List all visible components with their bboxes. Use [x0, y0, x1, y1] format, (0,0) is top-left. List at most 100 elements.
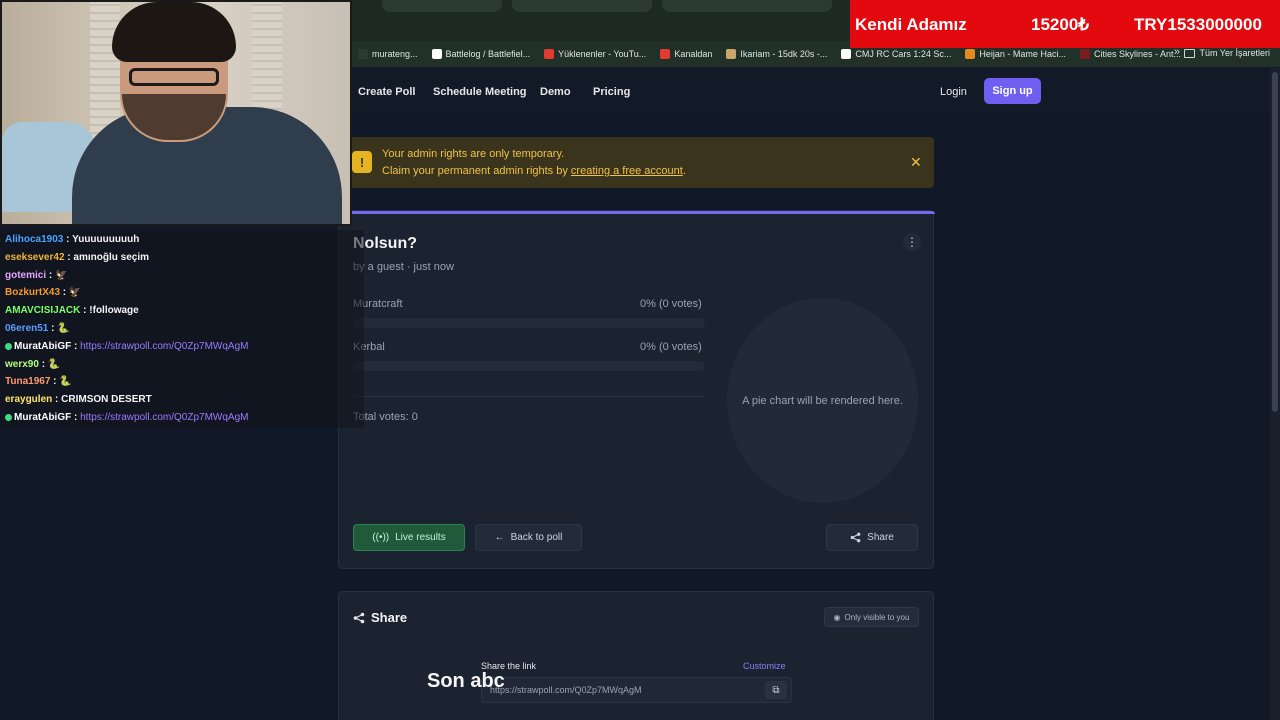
back-to-poll-button[interactable]: ← Back to poll — [475, 524, 582, 551]
option-progress-bar — [353, 318, 705, 328]
donation-banner: Kendi Adamız 15200₺ TRY1533000000 — [850, 0, 1280, 48]
login-link[interactable]: Login — [940, 86, 967, 98]
create-account-link[interactable]: creating a free account — [571, 165, 683, 177]
option-result: 0% (0 votes) — [640, 341, 702, 353]
chat-username[interactable]: MuratAbiGF — [14, 341, 71, 352]
all-bookmarks-label: Tüm Yer İşaretleri — [1199, 48, 1270, 58]
nav-demo[interactable]: Demo — [540, 86, 571, 98]
chat-message: eraygulen : CRIMSON DESERT — [5, 394, 152, 405]
overlay-caption: Son abc — [427, 670, 505, 692]
nav-schedule-meeting[interactable]: Schedule Meeting — [433, 86, 527, 98]
webcam-person-hair — [112, 2, 236, 62]
back-to-poll-label: Back to poll — [510, 532, 563, 543]
chat-username[interactable]: BozkurtX43 — [5, 287, 60, 298]
live-results-button[interactable]: ((•)) Live results — [353, 524, 465, 551]
browser-tab[interactable] — [512, 0, 652, 12]
card-accent — [339, 211, 935, 214]
browser-tab[interactable] — [382, 0, 502, 12]
pie-chart-placeholder: A pie chart will be rendered here. — [727, 298, 918, 503]
bookmark-item[interactable]: Yüklenenler - YouTu... — [544, 49, 646, 59]
admin-rights-alert: ! Your admin rights are only temporary. … — [338, 137, 934, 188]
share-label: Share — [867, 532, 894, 543]
chat-separator: : — [46, 269, 56, 281]
banner-total: TRY1533000000 — [1134, 15, 1262, 34]
customize-link[interactable]: Customize — [743, 661, 786, 671]
share-icon — [850, 532, 861, 543]
chat-text: 🐍 — [57, 323, 70, 334]
share-link-value: https://strawpoll.com/Q0Zp7MWqAgM — [490, 685, 642, 695]
signup-button[interactable]: Sign up — [984, 78, 1041, 104]
chat-text: 🦅 — [68, 287, 82, 299]
chat-message: 06eren51 : 🐍 — [5, 323, 70, 334]
bookmark-favicon-icon — [1079, 49, 1090, 59]
chat-message: MuratAbiGF : https://strawpoll.com/Q0Zp7… — [5, 412, 249, 423]
more-options-icon[interactable]: ⋮ — [903, 233, 921, 251]
chat-username[interactable]: eseksever42 — [5, 252, 65, 263]
chat-message: Alihoca1903 : Yuuuuuuuuuh — [5, 234, 139, 245]
webcam-feed — [0, 0, 352, 226]
chat-separator: : — [50, 376, 60, 388]
share-link-input[interactable]: https://strawpoll.com/Q0Zp7MWqAgM ⧉ — [481, 677, 792, 703]
chat-username[interactable]: Tuna1967 — [5, 376, 50, 387]
chat-link[interactable]: https://strawpoll.com/Q0Zp7MWqAgM — [80, 341, 248, 352]
visibility-badge: ◉ Only visible to you — [824, 607, 919, 627]
chat-username[interactable]: gotemici — [5, 270, 46, 281]
poll-meta: by a guest · just now — [353, 261, 454, 273]
broadcast-icon: ((•)) — [372, 532, 390, 543]
copy-icon[interactable]: ⧉ — [765, 681, 787, 699]
bookmark-item[interactable]: Ikariam - 15dk 20s -... — [726, 49, 827, 59]
chat-text: CRIMSON DESERT — [61, 394, 152, 406]
bookmark-item[interactable]: CMJ RC Cars 1:24 Sc... — [841, 49, 951, 59]
alert-line-2-suffix: . — [682, 165, 686, 177]
chat-badge-icon — [5, 413, 12, 421]
bookmark-label: Heijan - Mame Haci... — [979, 49, 1066, 59]
chat-username[interactable]: werx90 — [5, 359, 39, 370]
chat-username[interactable]: AMAVCISIJACK — [5, 305, 80, 316]
chat-separator: : — [80, 305, 90, 317]
chat-username[interactable]: 06eren51 — [5, 323, 48, 334]
share-card: Share ◉ Only visible to you Share the li… — [338, 591, 934, 720]
chat-username[interactable]: MuratAbiGF — [14, 412, 71, 423]
chat-separator: : — [52, 394, 62, 406]
chat-message: BozkurtX43 : 🦅 — [5, 287, 81, 298]
bookmark-label: CMJ RC Cars 1:24 Sc... — [855, 49, 952, 59]
option-result: 0% (0 votes) — [640, 298, 702, 310]
bookmark-favicon-icon — [431, 49, 442, 59]
all-bookmarks-button[interactable]: Tüm Yer İşaretleri — [1184, 48, 1270, 58]
bookmark-item[interactable]: murateng... — [358, 49, 418, 59]
close-icon[interactable]: ✕ — [910, 154, 922, 171]
chat-badge-icon — [5, 342, 12, 350]
chat-message: Tuna1967 : 🐍 — [5, 376, 72, 387]
chat-username[interactable]: eraygulen — [5, 394, 52, 405]
scrollbar-thumb[interactable] — [1272, 72, 1278, 412]
bookmark-item[interactable]: Heijan - Mame Haci... — [965, 49, 1066, 59]
alert-line-2: Claim your permanent admin rights by cre… — [382, 165, 686, 177]
bookmark-item[interactable]: Kanaldan — [660, 49, 712, 59]
page-scrollbar[interactable] — [1270, 68, 1280, 720]
chat-username[interactable]: Alihoca1903 — [5, 234, 63, 245]
bookmark-label: Battlelog / Battlefiel... — [445, 49, 531, 59]
chat-text: 🐍 — [47, 358, 61, 370]
bookmark-favicon-icon — [544, 49, 555, 59]
chat-link[interactable]: https://strawpoll.com/Q0Zp7MWqAgM — [80, 412, 248, 423]
bookmark-label: Cities Skylines - Ant... — [1093, 49, 1181, 59]
bookmark-favicon-icon — [660, 49, 671, 59]
chat-text: amınoğlu seçim — [73, 251, 149, 263]
bookmark-item[interactable]: Battlelog / Battlefiel... — [431, 49, 531, 59]
share-title: Share — [371, 610, 408, 625]
chat-message: MuratAbiGF : https://strawpoll.com/Q0Zp7… — [5, 341, 249, 352]
folder-icon — [1184, 48, 1196, 58]
nav-pricing[interactable]: Pricing — [593, 86, 630, 98]
warning-icon: ! — [352, 151, 372, 173]
bookmark-item[interactable]: Cities Skylines - Ant... — [1079, 49, 1181, 59]
nav-create-poll[interactable]: Create Poll — [358, 86, 415, 98]
chat-message: werx90 : 🐍 — [5, 359, 60, 370]
pie-placeholder-text: A pie chart will be rendered here. — [742, 394, 903, 407]
webcam-person-glasses — [129, 68, 219, 86]
bookmark-favicon-icon — [965, 49, 976, 59]
browser-tab[interactable] — [662, 0, 832, 12]
chat-separator: : — [63, 234, 73, 245]
stream-chat: Alihoca1903 : Yuuuuuuuuuh eseksever42 : a… — [0, 230, 364, 428]
banner-name: Kendi Adamız — [855, 15, 967, 34]
share-button[interactable]: Share — [826, 524, 918, 551]
